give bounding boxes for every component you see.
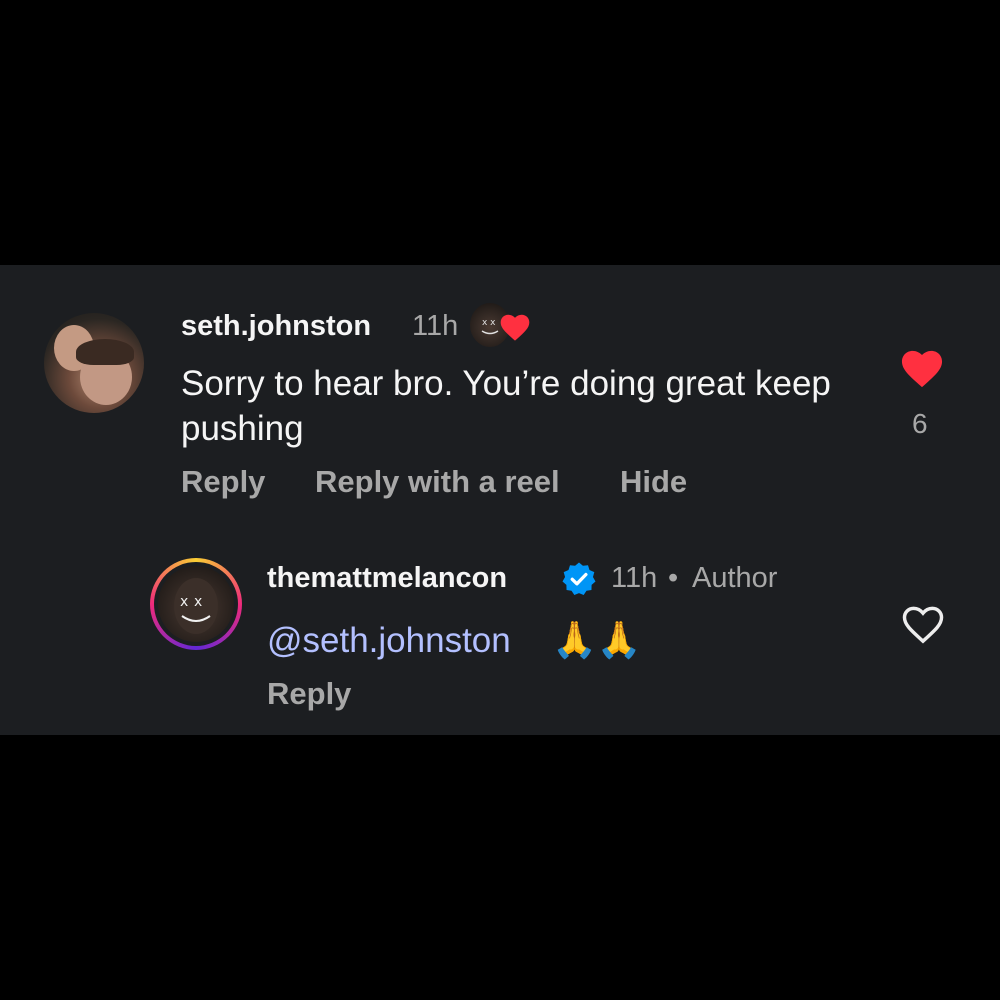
reply-button[interactable]: Reply [181, 464, 265, 500]
hide-button[interactable]: Hide [620, 464, 687, 500]
avatar-hair [76, 339, 134, 365]
comment-thread: seth.johnston 11h x x Sorry to hear bro.… [0, 265, 1000, 735]
heart-filled-icon[interactable] [899, 347, 945, 389]
author-avatar-image: x x [158, 566, 234, 642]
author-avatar[interactable]: x x [150, 558, 242, 650]
verified-badge-icon [562, 562, 596, 596]
reply-button[interactable]: Reply [267, 676, 351, 712]
svg-text:x: x [194, 594, 202, 610]
commenter-username[interactable]: seth.johnston [181, 310, 371, 343]
reply-with-reel-button[interactable]: Reply with a reel [315, 464, 560, 500]
reply-timestamp: 11h [611, 562, 658, 594]
mention-link[interactable]: @seth.johnston [267, 621, 511, 661]
author-label: Author [692, 562, 778, 594]
creator-liked-heart-icon [500, 314, 530, 341]
author-username[interactable]: themattmelancon [267, 562, 507, 595]
like-count: 6 [912, 408, 928, 439]
commenter-avatar[interactable] [44, 313, 144, 413]
heart-outline-icon[interactable] [900, 603, 946, 645]
meta-separator: • [668, 562, 679, 594]
x-eyes-face-icon: x x [174, 578, 218, 634]
comment-timestamp: 11h [412, 310, 459, 342]
praying-hands-emoji: 🙏🙏 [552, 620, 642, 661]
svg-text:x x: x x [482, 318, 496, 328]
svg-text:x: x [180, 594, 188, 610]
comment-text: Sorry to hear bro. You’re doing great ke… [181, 364, 831, 448]
